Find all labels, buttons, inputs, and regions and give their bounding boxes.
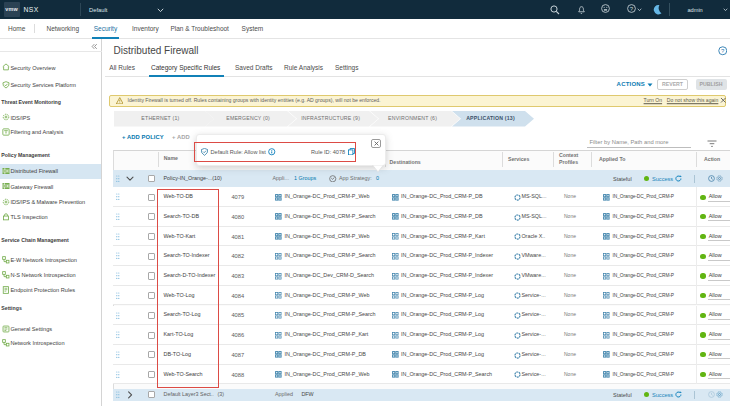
svg-text:?: ? (630, 6, 634, 12)
svg-text:?: ? (721, 48, 725, 54)
